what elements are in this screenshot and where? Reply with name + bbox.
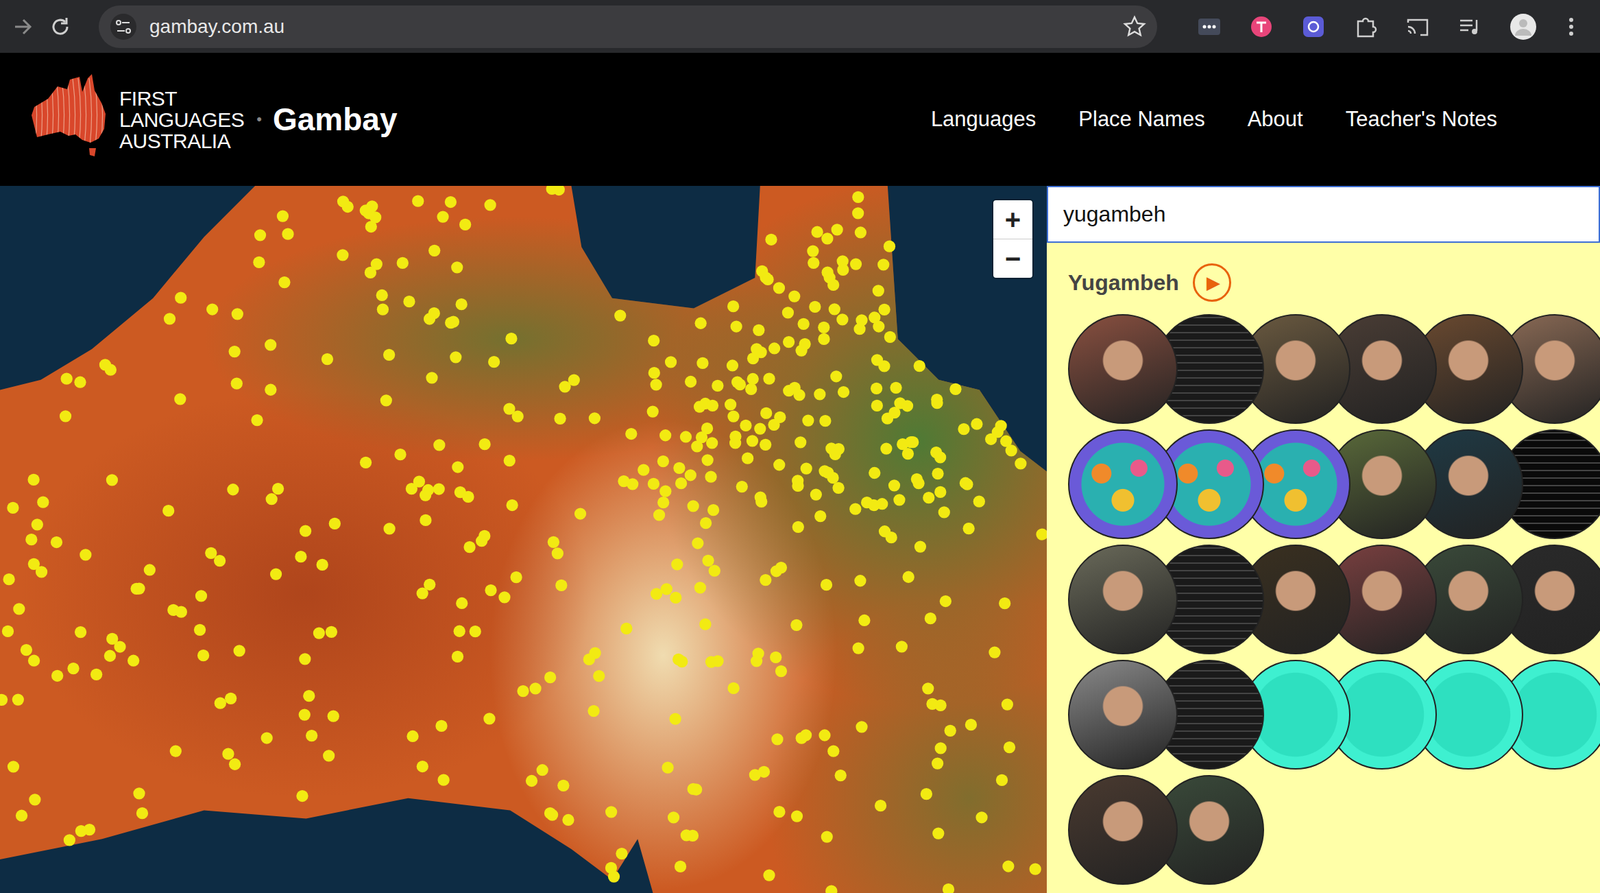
video-thumbnail[interactable] bbox=[1068, 544, 1178, 654]
reload-icon[interactable] bbox=[47, 14, 73, 40]
address-bar[interactable]: gambay.com.au bbox=[98, 5, 1158, 48]
video-thumbnail[interactable] bbox=[1068, 774, 1178, 885]
url-text[interactable]: gambay.com.au bbox=[149, 15, 1111, 38]
pink-extension-icon[interactable] bbox=[1249, 14, 1274, 40]
satellite-map[interactable] bbox=[0, 185, 1047, 893]
logo-line[interactable]: FIRST bbox=[119, 87, 245, 109]
map-pins bbox=[0, 185, 1047, 893]
thumbnail-row bbox=[1068, 659, 1600, 770]
video-thumbnail[interactable] bbox=[1068, 429, 1178, 539]
nav-link[interactable]: Languages bbox=[930, 106, 1036, 132]
thumbnail-row bbox=[1068, 313, 1600, 424]
nav-link[interactable]: About bbox=[1247, 106, 1304, 132]
menu-dots-icon[interactable] bbox=[1564, 14, 1579, 40]
purple-extension-icon[interactable] bbox=[1301, 14, 1326, 40]
main-area: +−yugambeh Yugambeh ▶ bbox=[0, 185, 1600, 893]
results-panel: yugambeh Yugambeh ▶ bbox=[1046, 185, 1600, 893]
zoom-out-button[interactable]: − bbox=[993, 238, 1033, 278]
logo-text[interactable]: FIRSTLANGUAGESAUSTRALIA bbox=[119, 87, 245, 152]
nav-link[interactable]: Place Names bbox=[1078, 106, 1205, 132]
video-thumbnail[interactable] bbox=[1068, 659, 1178, 770]
video-thumbnail[interactable] bbox=[1068, 313, 1178, 424]
play-button[interactable]: ▶ bbox=[1192, 263, 1232, 302]
thumbnail-row bbox=[1068, 429, 1600, 539]
star-icon[interactable] bbox=[1122, 15, 1147, 39]
browser-toolbar: gambay.com.au bbox=[0, 0, 1600, 53]
site-title[interactable]: Gambay bbox=[272, 100, 398, 138]
site-info-icon[interactable] bbox=[109, 13, 138, 41]
thumbnail-row bbox=[1068, 544, 1600, 654]
forward-arrow-icon[interactable] bbox=[10, 14, 36, 40]
nav-link[interactable]: Teacher's Notes bbox=[1345, 106, 1498, 132]
logo-line[interactable]: AUSTRALIA bbox=[119, 130, 245, 152]
extension-icons bbox=[1196, 13, 1579, 41]
thumbnail-row bbox=[1068, 774, 1600, 885]
media-icon[interactable] bbox=[1457, 14, 1483, 40]
cast-icon[interactable] bbox=[1405, 14, 1430, 40]
separator: • bbox=[256, 110, 262, 129]
australia-logo-icon[interactable] bbox=[27, 71, 110, 168]
zoom-control: +− bbox=[993, 200, 1033, 278]
puzzle-icon[interactable] bbox=[1353, 14, 1378, 40]
site-header: FIRSTLANGUAGESAUSTRALIA • Gambay Languages P… bbox=[0, 52, 1600, 186]
main-nav: Languages Place Names About Teacher's Notes bbox=[930, 106, 1600, 132]
thumbnail-grid bbox=[1046, 301, 1600, 885]
language-title[interactable]: Yugambeh bbox=[1068, 270, 1180, 296]
search-input[interactable]: yugambeh bbox=[1046, 185, 1600, 243]
zoom-in-button[interactable]: + bbox=[993, 200, 1033, 239]
result-header: Yugambeh ▶ bbox=[1046, 242, 1600, 302]
map[interactable]: +− bbox=[0, 185, 1047, 893]
logo-line[interactable]: LANGUAGES bbox=[119, 108, 245, 131]
extension-dots-icon[interactable] bbox=[1196, 14, 1222, 40]
profile-icon[interactable] bbox=[1509, 13, 1537, 41]
